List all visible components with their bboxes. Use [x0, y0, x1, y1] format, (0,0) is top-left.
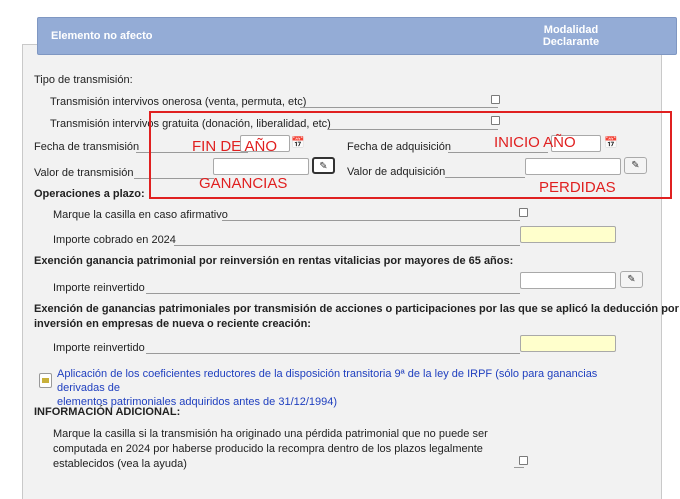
- valor-transmision-label: Valor de transmisión: [34, 167, 134, 179]
- operaciones-marque-leader: [222, 220, 520, 221]
- header-elemento-no-afecto: Elemento no afecto: [51, 30, 153, 42]
- exencion-rentas-input[interactable]: [520, 272, 616, 289]
- informacion-leader: [514, 467, 524, 468]
- importe-cobrado-label: Importe cobrado en 2024: [53, 234, 176, 246]
- table-header: Elemento no afecto Modalidad Declarante: [37, 17, 677, 55]
- informacion-line1: Marque la casilla si la transmisión ha o…: [53, 428, 488, 440]
- header-modalidad: Modalidad Declarante: [538, 24, 604, 48]
- informacion-line3: establecidos (vea la ayuda): [53, 458, 187, 470]
- informacion-adicional-title: INFORMACIÓN ADICIONAL:: [34, 406, 181, 418]
- exencion-rentas-leader: [146, 293, 520, 294]
- onerosa-leader: [300, 107, 498, 108]
- header-modalidad-line1: Modalidad: [543, 24, 599, 36]
- informacion-line2: computada en 2024 por haberse producido …: [53, 443, 483, 455]
- exencion-rentas-title: Exención ganancia patrimonial por reinve…: [34, 255, 514, 267]
- exencion-acciones-input[interactable]: [520, 335, 616, 352]
- operaciones-checkbox[interactable]: [519, 208, 528, 217]
- importe-cobrado-input[interactable]: [520, 226, 616, 243]
- operaciones-plazo-title: Operaciones a plazo:: [34, 188, 145, 200]
- annotation-fin-de-ano: FIN DE AÑO: [192, 138, 278, 155]
- coeficientes-link-line1[interactable]: Aplicación de los coeficientes reductore…: [57, 367, 647, 395]
- tipo-transmision-label: Tipo de transmisión:: [34, 74, 133, 86]
- coeficientes-link[interactable]: Aplicación de los coeficientes reductore…: [57, 367, 647, 409]
- annotation-perdidas: PERDIDAS: [539, 179, 616, 196]
- importe-cobrado-leader: [174, 245, 520, 246]
- exencion-rentas-importe-label: Importe reinvertido: [53, 282, 145, 294]
- onerosa-label: Transmisión intervivos onerosa (venta, p…: [50, 96, 307, 108]
- exencion-acciones-importe-label: Importe reinvertido: [53, 342, 145, 354]
- exencion-acciones-leader: [146, 353, 520, 354]
- document-icon[interactable]: [39, 373, 52, 388]
- fecha-transmision-label: Fecha de transmisión: [34, 141, 140, 153]
- annotation-ganancias: GANANCIAS: [199, 175, 288, 192]
- onerosa-checkbox[interactable]: [491, 95, 500, 104]
- exencion-acciones-title-line1: Exención de ganancias patrimoniales por …: [34, 303, 679, 315]
- informacion-text: Marque la casilla si la transmisión ha o…: [53, 427, 503, 472]
- operaciones-marque-label: Marque la casilla en caso afirmativo: [53, 209, 228, 221]
- header-modalidad-line2: Declarante: [542, 36, 600, 48]
- annotation-inicio-ano: INICIO AÑO: [494, 134, 576, 151]
- pencil-icon[interactable]: ✎: [620, 271, 643, 288]
- informacion-checkbox[interactable]: [519, 456, 528, 465]
- exencion-acciones-title-line2: inversión en empresas de nueva o recient…: [34, 318, 311, 330]
